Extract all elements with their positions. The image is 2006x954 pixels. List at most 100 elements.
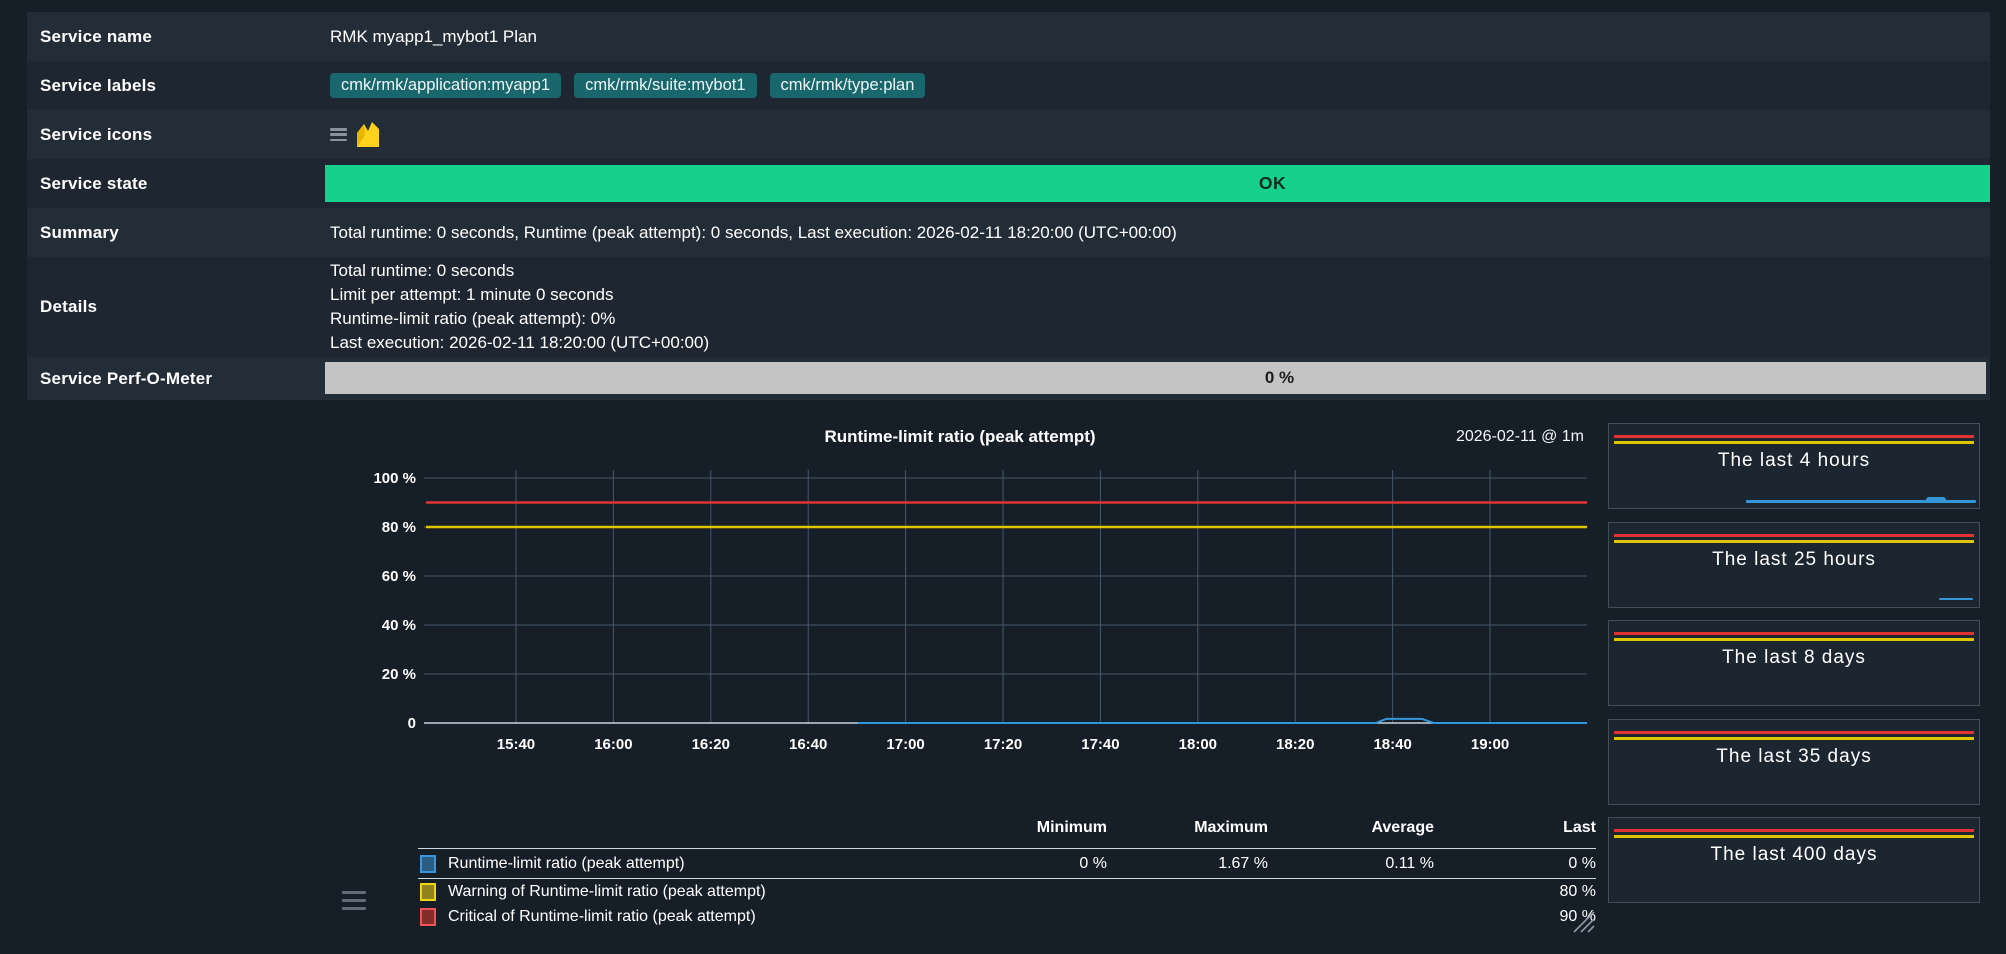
service-labels-label: Service labels xyxy=(27,76,325,96)
x-tick-label: 18:00 xyxy=(1179,736,1217,753)
graph-icon[interactable] xyxy=(356,121,381,148)
graph-legend: Minimum Maximum Average Last Runtime-lim… xyxy=(418,803,1596,929)
row-perfometer: Service Perf-O-Meter 0 % xyxy=(27,357,1990,400)
legend-header: Minimum Maximum Average Last xyxy=(418,803,1596,849)
service-label-badge: cmk/rmk/application:myapp1 xyxy=(330,73,561,99)
details-line: Limit per attempt: 1 minute 0 seconds xyxy=(330,283,709,307)
legend-value-last: 0 % xyxy=(1434,855,1596,873)
warn-line xyxy=(1614,638,1974,641)
x-tick-label: 17:00 xyxy=(886,736,924,753)
details-value: Total runtime: 0 seconds Limit per attem… xyxy=(330,259,709,355)
preview-last-4-hours[interactable]: The last 4 hours xyxy=(1608,423,1980,509)
details-line: Total runtime: 0 seconds xyxy=(330,259,709,283)
legend-row-critical: Critical of Runtime-limit ratio (peak at… xyxy=(418,904,1596,929)
service-detail-page: { "colors": { "ok": "#16d18b", "badge": … xyxy=(0,0,2006,954)
crit-line xyxy=(1614,731,1974,734)
service-name-label: Service name xyxy=(27,27,325,47)
menu-icon[interactable] xyxy=(330,128,347,141)
x-tick-label: 18:20 xyxy=(1276,736,1314,753)
preview-label: The last 400 days xyxy=(1609,844,1979,866)
preview-label: The last 4 hours xyxy=(1609,450,1979,472)
legend-value-min: 0 % xyxy=(947,855,1107,873)
x-tick-label: 16:40 xyxy=(789,736,827,753)
service-state-label: Service state xyxy=(27,174,325,194)
perfometer-label: Service Perf-O-Meter xyxy=(27,369,325,389)
preview-series-line xyxy=(1939,598,1973,601)
x-tick-label: 16:20 xyxy=(692,736,730,753)
crit-line xyxy=(1614,829,1974,832)
legend-col-average: Average xyxy=(1268,819,1434,837)
service-name-value: RMK myapp1_mybot1 Plan xyxy=(330,27,537,47)
graph-menu-icon[interactable] xyxy=(342,891,366,910)
graph-title: Runtime-limit ratio (peak attempt) xyxy=(330,427,1590,447)
details-line: Last execution: 2026-02-11 18:20:00 (UTC… xyxy=(330,331,709,355)
row-service-icons: Service icons xyxy=(27,110,1990,159)
details-line: Runtime-limit ratio (peak attempt): 0% xyxy=(330,307,709,331)
critical-swatch xyxy=(420,908,436,926)
summary-label: Summary xyxy=(27,223,325,243)
legend-col-last: Last xyxy=(1434,819,1596,837)
preview-last-8-days[interactable]: The last 8 days xyxy=(1608,620,1980,706)
legend-row-warning: Warning of Runtime-limit ratio (peak att… xyxy=(418,879,1596,904)
timeseries-chart[interactable]: 15:40 16:00 16:20 16:40 17:00 17:20 17:40 18:00… xyxy=(330,450,1590,762)
y-tick-label: 40 % xyxy=(382,617,416,634)
preview-label: The last 8 days xyxy=(1609,647,1979,669)
x-tick-label: 17:20 xyxy=(984,736,1022,753)
x-tick-label: 17:40 xyxy=(1081,736,1119,753)
preview-label: The last 35 days xyxy=(1609,746,1979,768)
x-tick-label: 16:00 xyxy=(594,736,632,753)
warn-line xyxy=(1614,737,1974,740)
legend-value-max: 1.67 % xyxy=(1107,855,1268,873)
y-tick-label: 60 % xyxy=(382,568,416,585)
legend-series-name: Runtime-limit ratio (peak attempt) xyxy=(448,855,685,873)
resize-handle[interactable] xyxy=(1568,906,1598,936)
legend-warning-name: Warning of Runtime-limit ratio (peak att… xyxy=(448,883,766,901)
summary-value: Total runtime: 0 seconds, Runtime (peak … xyxy=(330,223,1177,243)
service-state-bar: OK xyxy=(325,165,1990,202)
warn-line xyxy=(1614,835,1974,838)
service-label-badge: cmk/rmk/suite:mybot1 xyxy=(574,73,756,99)
row-service-name: Service name RMK myapp1_mybot1 Plan xyxy=(27,12,1990,61)
y-tick-label: 0 xyxy=(408,715,416,732)
crit-line xyxy=(1614,632,1974,635)
warning-swatch xyxy=(420,883,436,901)
x-tick-label: 18:40 xyxy=(1373,736,1411,753)
preview-last-35-days[interactable]: The last 35 days xyxy=(1608,719,1980,805)
crit-line xyxy=(1614,534,1974,537)
y-tick-label: 20 % xyxy=(382,666,416,683)
row-service-labels: Service labels cmk/rmk/application:myapp… xyxy=(27,61,1990,110)
crit-line xyxy=(1614,435,1974,438)
time-range-previews: The last 4 hours The last 25 hours The l… xyxy=(1608,423,1980,916)
preview-last-25-hours[interactable]: The last 25 hours xyxy=(1608,522,1980,608)
legend-row-series: Runtime-limit ratio (peak attempt) 0 % 1… xyxy=(418,849,1596,879)
preview-label: The last 25 hours xyxy=(1609,549,1979,571)
graph-header: Runtime-limit ratio (peak attempt) 2026-… xyxy=(330,427,1590,451)
y-tick-label: 100 % xyxy=(373,470,416,487)
service-info-table: Service name RMK myapp1_mybot1 Plan Serv… xyxy=(27,12,1990,400)
x-tick-label: 19:00 xyxy=(1471,736,1509,753)
warn-line xyxy=(1614,540,1974,543)
row-summary: Summary Total runtime: 0 seconds, Runtim… xyxy=(27,208,1990,257)
row-details: Details Total runtime: 0 seconds Limit p… xyxy=(27,257,1990,357)
legend-col-minimum: Minimum xyxy=(947,819,1107,837)
series-swatch xyxy=(420,855,436,873)
series-line xyxy=(858,719,1587,723)
details-label: Details xyxy=(27,297,325,317)
x-tick-label: 15:40 xyxy=(497,736,535,753)
legend-critical-name: Critical of Runtime-limit ratio (peak at… xyxy=(448,908,756,926)
perfometer-value: 0 % xyxy=(573,362,1986,394)
y-tick-label: 80 % xyxy=(382,519,416,536)
service-state-value: OK xyxy=(555,165,1990,202)
service-icons-label: Service icons xyxy=(27,125,325,145)
legend-col-maximum: Maximum xyxy=(1107,819,1268,837)
legend-value-avg: 0.11 % xyxy=(1268,855,1434,873)
service-label-badge: cmk/rmk/type:plan xyxy=(770,73,926,99)
legend-value-last: 80 % xyxy=(1434,883,1596,901)
preview-series-bump xyxy=(1926,497,1946,500)
preview-last-400-days[interactable]: The last 400 days xyxy=(1608,817,1980,903)
perfometer-bar: 0 % xyxy=(325,362,1986,394)
graph-period-label: 2026-02-11 @ 1m xyxy=(1456,428,1584,446)
preview-series-line xyxy=(1746,500,1976,503)
row-service-state: Service state OK xyxy=(27,159,1990,208)
warn-line xyxy=(1614,441,1974,444)
